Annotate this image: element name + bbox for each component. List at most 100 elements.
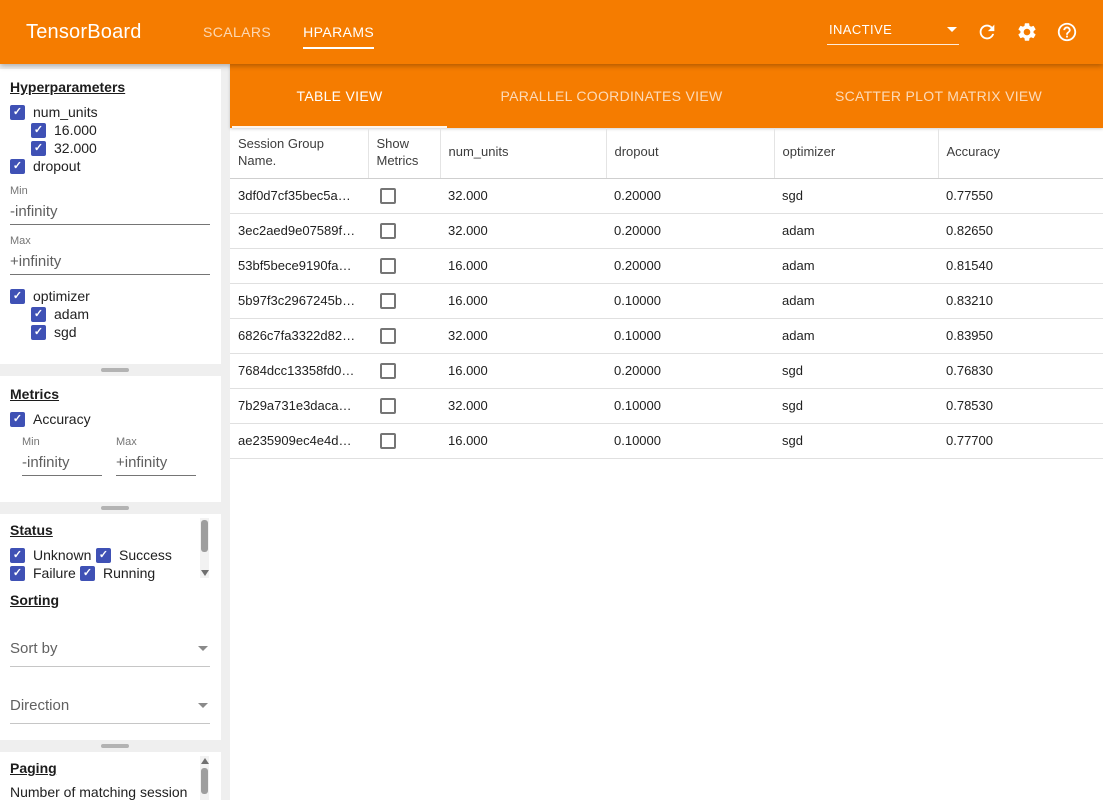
show-metrics-checkbox[interactable] <box>380 258 396 274</box>
panel-gap <box>0 364 230 376</box>
dropout-value: 0.20000 <box>606 213 774 248</box>
tab-scalars[interactable]: SCALARS <box>187 0 287 64</box>
dropout-value: 0.10000 <box>606 388 774 423</box>
session-group-name: 53bf5bece9190fa… <box>230 248 368 283</box>
check-icon: ✓ <box>34 143 43 154</box>
dropout-value: 0.10000 <box>606 318 774 353</box>
view-tabs: TABLE VIEW PARALLEL COORDINATES VIEW SCA… <box>230 64 1103 128</box>
table-row: 6826c7fa3322d82… 32.000 0.10000 adam 0.8… <box>230 318 1103 353</box>
tab-scatter-plot-matrix-view[interactable]: SCATTER PLOT MATRIX VIEW <box>774 64 1103 128</box>
table-header-row: Session Group Name. Show Metrics num_uni… <box>230 128 1103 178</box>
paging-panel: Paging Number of matching session groups… <box>0 752 221 800</box>
show-metrics-checkbox[interactable] <box>380 363 396 379</box>
scrollbar-thumb[interactable] <box>201 520 208 552</box>
col-header-num-units: num_units <box>440 128 606 178</box>
scroll-down-icon[interactable] <box>201 570 209 576</box>
dropout-max-input[interactable] <box>10 253 210 275</box>
resize-handle[interactable] <box>101 744 129 748</box>
metrics-heading: Metrics <box>10 386 211 402</box>
status-sorting-panel: Status ✓ Unknown ✓ Success ✓ Failure ✓ R… <box>0 514 221 740</box>
tab-parallel-coordinates-view[interactable]: PARALLEL COORDINATES VIEW <box>449 64 774 128</box>
resize-handle[interactable] <box>101 506 129 510</box>
status-unknown-label: Unknown <box>33 547 91 563</box>
accuracy-min-input[interactable] <box>22 454 102 476</box>
dropout-value: 0.10000 <box>606 283 774 318</box>
resize-handle[interactable] <box>101 368 129 372</box>
help-icon <box>1056 21 1078 43</box>
session-group-name: 5b97f3c2967245b… <box>230 283 368 318</box>
hyperparameters-panel: Hyperparameters ✓ num_units ✓ 16.000 ✓ 3… <box>0 69 221 364</box>
dropout-min-input[interactable] <box>10 203 210 225</box>
matching-groups-count: Number of matching session groups: 8 <box>10 784 191 800</box>
optimizer-value: sgd <box>774 423 938 458</box>
accuracy-checkbox[interactable]: ✓ <box>10 412 25 427</box>
accuracy-max-label: Max <box>116 436 196 448</box>
show-metrics-checkbox[interactable] <box>380 223 396 239</box>
reload-status-dropdown[interactable]: INACTIVE <box>827 20 959 45</box>
refresh-button[interactable] <box>967 12 1007 52</box>
session-group-name: 7b29a731e3daca… <box>230 388 368 423</box>
check-icon: ✓ <box>13 414 22 425</box>
num-units-checkbox[interactable]: ✓ <box>10 105 25 120</box>
check-icon: ✓ <box>13 161 22 172</box>
check-icon: ✓ <box>13 107 22 118</box>
status-success-checkbox[interactable]: ✓ <box>96 548 111 563</box>
tab-table-view[interactable]: TABLE VIEW <box>230 64 449 128</box>
direction-dropdown[interactable]: Direction <box>10 695 210 724</box>
optimizer-label: optimizer <box>33 288 90 304</box>
tab-hparams[interactable]: HPARAMS <box>287 0 390 64</box>
settings-icon <box>1016 21 1038 43</box>
num-units-16-checkbox[interactable]: ✓ <box>31 123 46 138</box>
optimizer-checkbox[interactable]: ✓ <box>10 289 25 304</box>
optimizer-sgd-checkbox[interactable]: ✓ <box>31 325 46 340</box>
scroll-up-icon[interactable] <box>201 758 209 764</box>
status-unknown-checkbox[interactable]: ✓ <box>10 548 25 563</box>
check-icon: ✓ <box>13 568 22 579</box>
session-groups-table: Session Group Name. Show Metrics num_uni… <box>230 128 1103 459</box>
main-content: TABLE VIEW PARALLEL COORDINATES VIEW SCA… <box>230 64 1103 800</box>
show-metrics-checkbox[interactable] <box>380 188 396 204</box>
show-metrics-checkbox[interactable] <box>380 398 396 414</box>
status-success-label: Success <box>119 547 172 563</box>
show-metrics-checkbox[interactable] <box>380 328 396 344</box>
col-header-accuracy: Accuracy <box>938 128 1103 178</box>
optimizer-value: adam <box>774 213 938 248</box>
panel-gap <box>0 502 230 514</box>
status-scrollbar[interactable] <box>200 518 209 578</box>
accuracy-value: 0.76830 <box>938 353 1103 388</box>
dropout-value: 0.20000 <box>606 248 774 283</box>
dropout-min-label: Min <box>10 185 211 197</box>
status-options: ✓ Unknown ✓ Success ✓ Failure ✓ Running <box>10 546 197 582</box>
settings-button[interactable] <box>1007 12 1047 52</box>
app-title: TensorBoard <box>0 0 187 64</box>
status-failure-checkbox[interactable]: ✓ <box>10 566 25 581</box>
num-units-value: 32.000 <box>440 388 606 423</box>
num-units-value: 16.000 <box>440 353 606 388</box>
num-units-value: 32.000 <box>440 178 606 213</box>
chevron-down-icon <box>947 27 957 32</box>
dropout-label: dropout <box>33 158 80 174</box>
dropout-value: 0.20000 <box>606 353 774 388</box>
main-nav: SCALARS HPARAMS <box>187 0 390 64</box>
num-units-label: num_units <box>33 104 98 120</box>
dropout-checkbox[interactable]: ✓ <box>10 159 25 174</box>
status-heading: Status <box>10 522 197 538</box>
accuracy-label: Accuracy <box>33 411 91 427</box>
optimizer-adam-checkbox[interactable]: ✓ <box>31 307 46 322</box>
show-metrics-checkbox[interactable] <box>380 293 396 309</box>
num-units-32-checkbox[interactable]: ✓ <box>31 141 46 156</box>
paging-scrollbar[interactable] <box>200 756 209 800</box>
col-header-show-metrics: Show Metrics <box>368 128 440 178</box>
show-metrics-checkbox[interactable] <box>380 433 396 449</box>
sort-by-dropdown[interactable]: Sort by <box>10 638 210 667</box>
status-running-checkbox[interactable]: ✓ <box>80 566 95 581</box>
refresh-icon <box>976 21 998 43</box>
scrollbar-thumb[interactable] <box>201 768 208 794</box>
dropout-max-label: Max <box>10 235 211 247</box>
optimizer-value: adam <box>774 283 938 318</box>
help-button[interactable] <box>1047 12 1087 52</box>
accuracy-max-input[interactable] <box>116 454 196 476</box>
sort-by-value: Sort by <box>10 640 58 657</box>
num-units-value: 16.000 <box>440 283 606 318</box>
optimizer-value: sgd <box>774 388 938 423</box>
